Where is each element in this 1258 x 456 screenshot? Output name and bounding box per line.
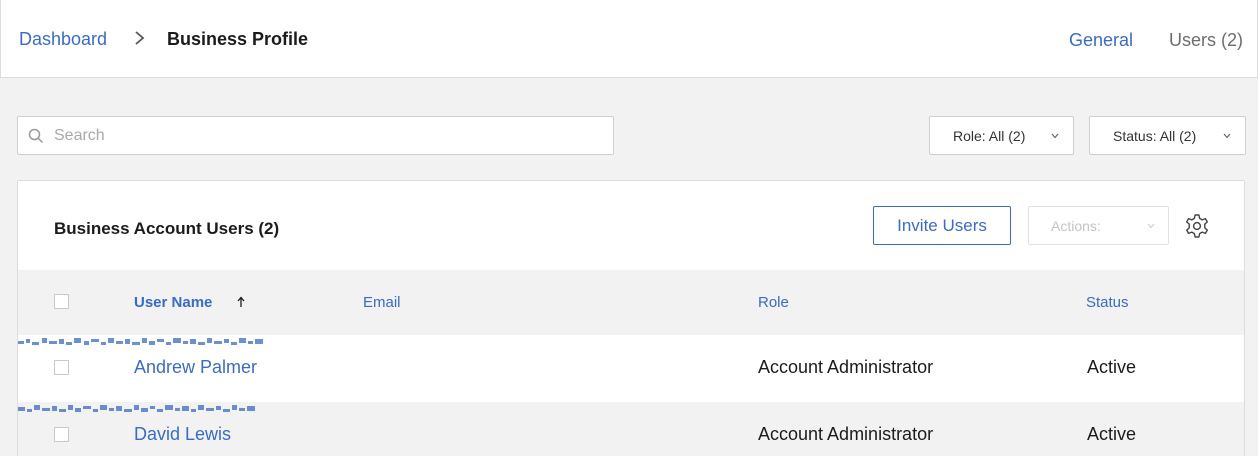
- actions-label: Actions:: [1051, 218, 1101, 234]
- table-row: Andrew Palmer Account Administrator Acti…: [18, 335, 1244, 402]
- gear-icon[interactable]: [1184, 213, 1210, 239]
- row-checkbox[interactable]: [54, 360, 69, 375]
- breadcrumb-dashboard-link[interactable]: Dashboard: [19, 29, 107, 50]
- user-name-link[interactable]: David Lewis: [134, 424, 231, 445]
- column-header-email[interactable]: Email: [363, 294, 401, 311]
- invite-users-button[interactable]: Invite Users: [873, 206, 1011, 245]
- role-filter-dropdown[interactable]: Role: All (2): [929, 116, 1074, 155]
- header-bar: Dashboard Business Profile General Users…: [0, 0, 1258, 78]
- card-title: Business Account Users (2): [54, 219, 280, 238]
- tab-general[interactable]: General: [1069, 30, 1133, 51]
- chevron-down-icon: [1147, 223, 1155, 229]
- chevron-down-icon: [1223, 133, 1231, 139]
- user-name-link[interactable]: Andrew Palmer: [134, 357, 257, 378]
- users-card: Business Account Users (2) Invite Users …: [17, 180, 1245, 456]
- search-input[interactable]: [54, 123, 594, 149]
- row-checkbox[interactable]: [54, 427, 69, 442]
- search-box[interactable]: [17, 116, 614, 155]
- user-status: Active: [1087, 357, 1137, 377]
- status-filter-dropdown[interactable]: Status: All (2): [1089, 116, 1246, 155]
- user-role: Account Administrator: [758, 424, 934, 444]
- column-header-status[interactable]: Status: [1086, 294, 1129, 311]
- select-all-checkbox[interactable]: [54, 294, 69, 309]
- email-redacted: [18, 405, 255, 412]
- status-filter-label: Status: All (2): [1113, 128, 1197, 144]
- search-icon: [28, 128, 44, 144]
- tab-users[interactable]: Users (2): [1169, 30, 1243, 51]
- column-header-role[interactable]: Role: [758, 294, 789, 311]
- table-row: David Lewis Account Administrator Active: [18, 402, 1244, 456]
- chevron-down-icon: [1051, 133, 1059, 139]
- table-header: User Name Email Role Status: [18, 270, 1244, 335]
- user-status: Active: [1087, 424, 1137, 444]
- email-redacted: [18, 338, 263, 345]
- actions-dropdown[interactable]: Actions:: [1028, 206, 1169, 245]
- sort-ascending-icon[interactable]: [236, 295, 246, 309]
- column-header-user-name[interactable]: User Name: [134, 294, 212, 311]
- role-filter-label: Role: All (2): [953, 128, 1026, 144]
- page-title: Business Profile: [167, 29, 309, 49]
- chevron-right-icon: [135, 31, 145, 45]
- user-role: Account Administrator: [758, 357, 934, 377]
